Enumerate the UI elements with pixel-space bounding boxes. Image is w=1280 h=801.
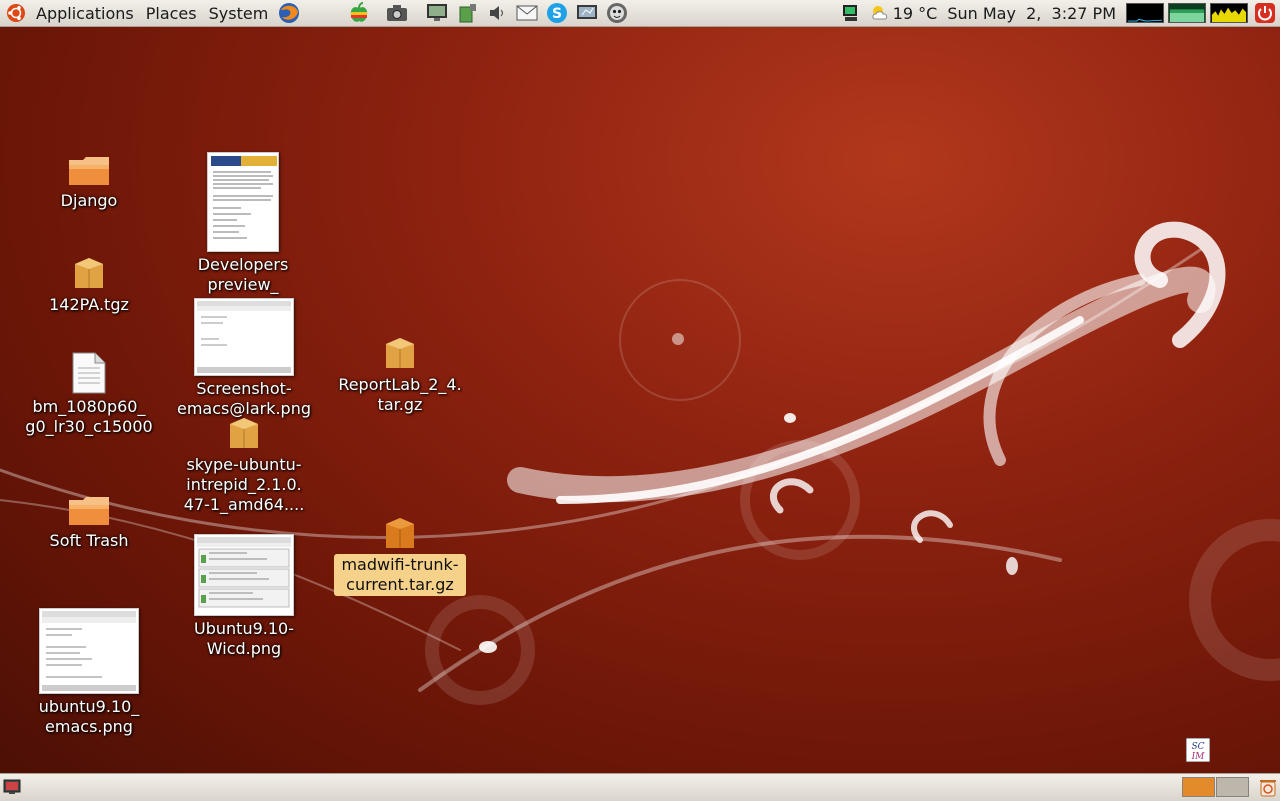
desktop-icon-label: skype-ubuntu-intrepid_2.1.0. 47-1_amd64.… [183, 455, 305, 514]
desktop-icon-label: bm_1080p60_ g0_lr30_c15000 [25, 397, 153, 436]
svg-text:IM: IM [1191, 752, 1206, 762]
desktop-icon-label: ubuntu9.10_ emacs.png [38, 697, 140, 736]
archive-icon [230, 418, 258, 448]
network-monitor[interactable] [1210, 3, 1248, 23]
memory-monitor[interactable] [1168, 3, 1206, 23]
image-thumbnail [194, 534, 294, 616]
desktop-icon-ubuntu-emacs-png[interactable]: ubuntu9.10_ emacs.png [14, 608, 164, 738]
places-menu[interactable]: Places [140, 0, 203, 26]
document-thumbnail [207, 152, 279, 252]
archive-icon [386, 338, 414, 368]
image-thumbnail [39, 608, 139, 694]
workspace-1[interactable] [1182, 777, 1215, 797]
desktop-icon-madwifi-tar-gz[interactable]: madwifi-trunk-current.tar.gz [325, 514, 475, 596]
desktop-icon-label: Soft Trash [49, 531, 129, 550]
top-panel: Applications Places System S 19 °C Sun M… [0, 0, 1280, 27]
display-icon[interactable] [840, 2, 862, 24]
desktop-icon-label: ReportLab_2_4. tar.gz [338, 375, 462, 414]
desktop-icon-label: Django [60, 191, 118, 210]
folder-icon [69, 497, 109, 525]
desktop-icon-label: 142PA.tgz [49, 295, 129, 314]
skype-icon[interactable]: S [546, 2, 568, 24]
svg-text:S: S [552, 6, 562, 22]
archive-icon [386, 518, 414, 548]
desktop-icon-screenshot-emacs-png[interactable]: Screenshot-emacs@lark.png [169, 298, 319, 420]
volume-icon[interactable] [486, 2, 508, 24]
desktop-icon-reportlab-tar-gz[interactable]: ReportLab_2_4. tar.gz [325, 334, 475, 416]
desktop-icon-developers-preview[interactable]: Developers preview_ [168, 152, 318, 296]
desktop-icon-django[interactable]: Django [14, 154, 164, 212]
desktop-icon-142pa-tgz[interactable]: 142PA.tgz [14, 254, 164, 316]
system-menu[interactable]: System [203, 0, 275, 26]
applications-menu[interactable]: Applications [30, 0, 140, 26]
mail-icon[interactable] [516, 2, 538, 24]
desktop-icon-label: madwifi-trunk-current.tar.gz [334, 554, 466, 596]
image-thumbnail [194, 298, 294, 376]
clock[interactable]: Sun May 2, 3:27 PM [947, 4, 1116, 23]
tux-icon[interactable] [606, 2, 628, 24]
camera-icon[interactable] [386, 2, 408, 24]
show-desktop-icon[interactable] [3, 779, 21, 795]
scim-icon[interactable]: SC IM [1185, 737, 1211, 763]
scim-label: SC [1191, 742, 1204, 752]
power-icon[interactable] [1254, 2, 1276, 24]
desktop-icon-bm-document[interactable]: bm_1080p60_ g0_lr30_c15000 [14, 352, 164, 438]
bottom-panel [0, 773, 1280, 801]
desktop-icon-label: Ubuntu9.10-Wicd.png [194, 619, 294, 658]
monitor-icon[interactable] [426, 2, 448, 24]
desktop-icon-soft-trash[interactable]: Soft Trash [14, 494, 164, 552]
battery-icon[interactable] [456, 2, 478, 24]
ubuntu-logo-icon[interactable] [6, 3, 26, 23]
desktop-icon-skype-deb[interactable]: skype-ubuntu-intrepid_2.1.0. 47-1_amd64.… [169, 414, 319, 516]
apple-icon[interactable] [348, 2, 370, 24]
temperature-label: 19 °C [892, 3, 938, 23]
workspace-2[interactable] [1216, 777, 1249, 797]
folder-icon [69, 157, 109, 185]
desktop-icon-label: Developers preview_ [197, 255, 289, 294]
weather-applet[interactable]: 19 °C [870, 3, 938, 23]
system-tray: 19 °C Sun May 2, 3:27 PM [836, 0, 1280, 26]
cpu-monitor[interactable] [1126, 3, 1164, 23]
firefox-icon[interactable] [278, 2, 300, 24]
desktop-icon-ubuntu-wicd-png[interactable]: Ubuntu9.10-Wicd.png [169, 534, 319, 660]
document-icon [72, 352, 106, 394]
network-icon[interactable] [576, 2, 598, 24]
partly-cloudy-icon [872, 6, 887, 20]
archive-icon [75, 258, 103, 288]
trash-icon[interactable] [1258, 777, 1278, 797]
